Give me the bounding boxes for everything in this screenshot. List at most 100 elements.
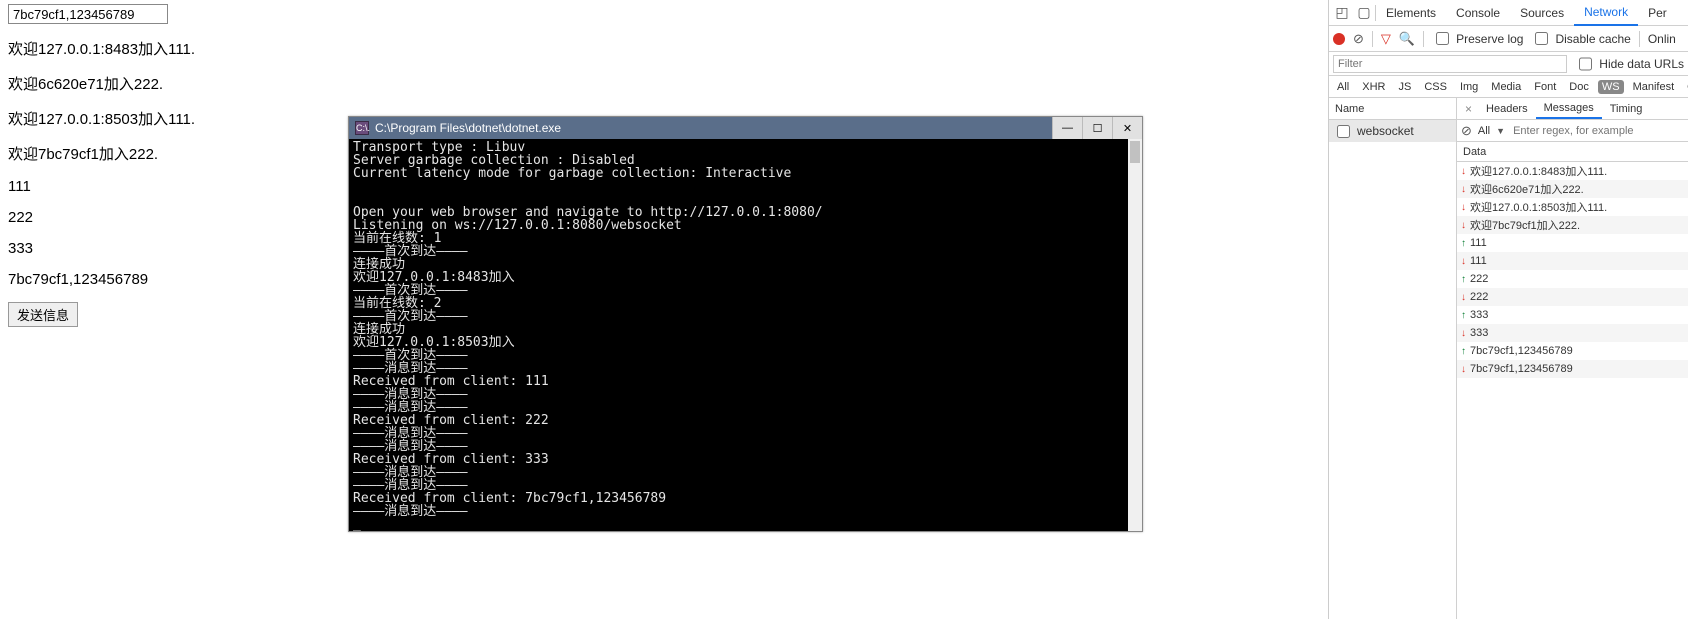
outgoing-arrow-icon: ↑ [1461, 274, 1466, 285]
devtools-panel: ◰ ▢ Elements Console Sources Network Per… [1328, 0, 1688, 619]
ws-message-row[interactable]: ↑ 111 [1457, 234, 1688, 252]
disable-cache-checkbox[interactable]: Disable cache [1531, 29, 1630, 48]
incoming-arrow-icon: ↓ [1461, 292, 1466, 303]
outgoing-arrow-icon: ↑ [1461, 310, 1466, 321]
devtools-tabs: ◰ ▢ Elements Console Sources Network Per [1329, 0, 1688, 26]
tab-performance[interactable]: Per [1638, 1, 1677, 25]
minimize-button[interactable]: — [1052, 117, 1082, 139]
tab-messages[interactable]: Messages [1536, 99, 1602, 119]
type-all[interactable]: All [1333, 80, 1353, 94]
device-icon[interactable]: ▢ [1353, 4, 1375, 21]
tab-network[interactable]: Network [1574, 0, 1638, 26]
search-icon[interactable]: 🔍 [1399, 31, 1415, 47]
web-page: 欢迎127.0.0.1:8483加入111. 欢迎6c620e71加入222. … [8, 4, 195, 327]
close-button[interactable]: ✕ [1112, 117, 1142, 139]
list-item: 欢迎7bc79cf1加入222. [8, 143, 195, 164]
outgoing-arrow-icon: ↑ [1461, 238, 1466, 249]
console-titlebar[interactable]: C:\. C:\Program Files\dotnet\dotnet.exe … [349, 117, 1142, 139]
type-font[interactable]: Font [1530, 80, 1560, 94]
type-manifest[interactable]: Manifest [1629, 80, 1679, 94]
ws-message-text: 222 [1470, 291, 1488, 303]
filter-bar: Hide data URLs [1329, 52, 1688, 76]
ws-message-row[interactable]: ↓ 111 [1457, 252, 1688, 270]
messages-all-dropdown[interactable]: All [1478, 125, 1490, 137]
ws-message-row[interactable]: ↓ 7bc79cf1,123456789 [1457, 360, 1688, 378]
ws-message-row[interactable]: ↓欢迎6c620e71加入222. [1457, 180, 1688, 198]
maximize-button[interactable]: ☐ [1082, 117, 1112, 139]
ws-message-row[interactable]: ↓ 222 [1457, 288, 1688, 306]
type-media[interactable]: Media [1487, 80, 1525, 94]
messages-filter-bar: ⊘ All ▼ [1457, 120, 1688, 142]
request-checkbox[interactable] [1337, 125, 1350, 138]
console-scrollbar[interactable] [1128, 139, 1142, 531]
name-column-header[interactable]: Name [1329, 98, 1456, 120]
messages-regex-input[interactable] [1511, 124, 1684, 138]
hide-data-urls-label: Hide data URLs [1599, 57, 1684, 71]
type-other[interactable]: Othe [1683, 80, 1688, 94]
separator [1423, 31, 1424, 47]
ws-message-row[interactable]: ↓ 333 [1457, 324, 1688, 342]
type-js[interactable]: JS [1394, 80, 1415, 94]
ws-message-text: 欢迎127.0.0.1:8483加入111. [1470, 163, 1607, 179]
type-doc[interactable]: Doc [1565, 80, 1593, 94]
console-output: Transport type : Libuv Server garbage co… [349, 139, 1142, 531]
incoming-arrow-icon: ↓ [1461, 256, 1466, 267]
disable-cache-label: Disable cache [1555, 32, 1630, 46]
filter-input[interactable] [1333, 55, 1567, 73]
tab-timing[interactable]: Timing [1602, 100, 1651, 118]
clear-messages-icon[interactable]: ⊘ [1461, 123, 1472, 139]
separator [1639, 31, 1640, 47]
ws-message-text: 欢迎7bc79cf1加入222. [1470, 217, 1580, 233]
list-item: 欢迎127.0.0.1:8503加入111. [8, 108, 195, 129]
type-ws[interactable]: WS [1598, 80, 1624, 94]
ws-message-row[interactable]: ↓欢迎127.0.0.1:8503加入111. [1457, 198, 1688, 216]
ws-message-row[interactable]: ↑222 [1457, 270, 1688, 288]
request-row-websocket[interactable]: websocket [1329, 120, 1456, 142]
message-input[interactable] [8, 4, 168, 24]
inspect-icon[interactable]: ◰ [1331, 4, 1353, 21]
preserve-log-checkbox[interactable]: Preserve log [1432, 29, 1523, 48]
record-button[interactable] [1333, 33, 1345, 45]
ws-message-text: 7bc79cf1,123456789 [1470, 363, 1573, 375]
ws-messages: ↓ 欢迎127.0.0.1:8483加入111.↓欢迎6c620e71加入222.… [1457, 162, 1688, 619]
incoming-arrow-icon: ↓ [1461, 364, 1466, 375]
ws-message-row[interactable]: ↓ 欢迎127.0.0.1:8483加入111. [1457, 162, 1688, 180]
console-title: C:\Program Files\dotnet\dotnet.exe [375, 121, 561, 135]
tab-headers[interactable]: Headers [1478, 100, 1536, 118]
incoming-arrow-icon: ↓ [1461, 328, 1466, 339]
clear-icon[interactable]: ⊘ [1353, 31, 1364, 47]
list-item: 欢迎6c620e71加入222. [8, 73, 195, 94]
ws-message-row[interactable]: ↑7bc79cf1,123456789 [1457, 342, 1688, 360]
hide-data-urls-box[interactable] [1579, 55, 1592, 73]
type-img[interactable]: Img [1456, 80, 1482, 94]
request-details: × Headers Messages Timing ⊘ All ▼ Data ↓… [1457, 98, 1688, 619]
type-xhr[interactable]: XHR [1358, 80, 1389, 94]
type-css[interactable]: CSS [1420, 80, 1451, 94]
hide-data-urls-checkbox[interactable]: Hide data URLs [1575, 52, 1684, 76]
disable-cache-box[interactable] [1535, 32, 1548, 45]
ws-message-row[interactable]: ↓欢迎7bc79cf1加入222. [1457, 216, 1688, 234]
ws-message-text: 111 [1470, 255, 1487, 267]
ws-message-text: 333 [1470, 309, 1488, 321]
tab-sources[interactable]: Sources [1510, 1, 1574, 25]
ws-message-text: 111 [1470, 237, 1487, 249]
ws-message-row[interactable]: ↑ 333 [1457, 306, 1688, 324]
filter-icon[interactable]: ▽ [1381, 31, 1391, 47]
send-button[interactable]: 发送信息 [8, 302, 78, 327]
preserve-log-box[interactable] [1436, 32, 1449, 45]
incoming-arrow-icon: ↓ [1461, 202, 1466, 213]
incoming-arrow-icon: ↓ [1461, 166, 1466, 177]
detail-tabs: × Headers Messages Timing [1457, 98, 1688, 120]
tab-console[interactable]: Console [1446, 1, 1510, 25]
dropdown-icon[interactable]: ▼ [1496, 126, 1505, 136]
data-column-header[interactable]: Data [1457, 142, 1688, 162]
scrollbar-thumb[interactable] [1130, 141, 1140, 163]
network-toolbar: ⊘ ▽ 🔍 Preserve log Disable cache Onlin [1329, 26, 1688, 52]
ws-message-text: 333 [1470, 327, 1488, 339]
close-details-icon[interactable]: × [1459, 102, 1478, 116]
request-name: websocket [1357, 124, 1414, 138]
tab-elements[interactable]: Elements [1376, 1, 1446, 25]
online-dropdown[interactable]: Onlin [1648, 32, 1676, 46]
separator [1372, 31, 1373, 47]
outgoing-arrow-icon: ↑ [1461, 346, 1466, 357]
